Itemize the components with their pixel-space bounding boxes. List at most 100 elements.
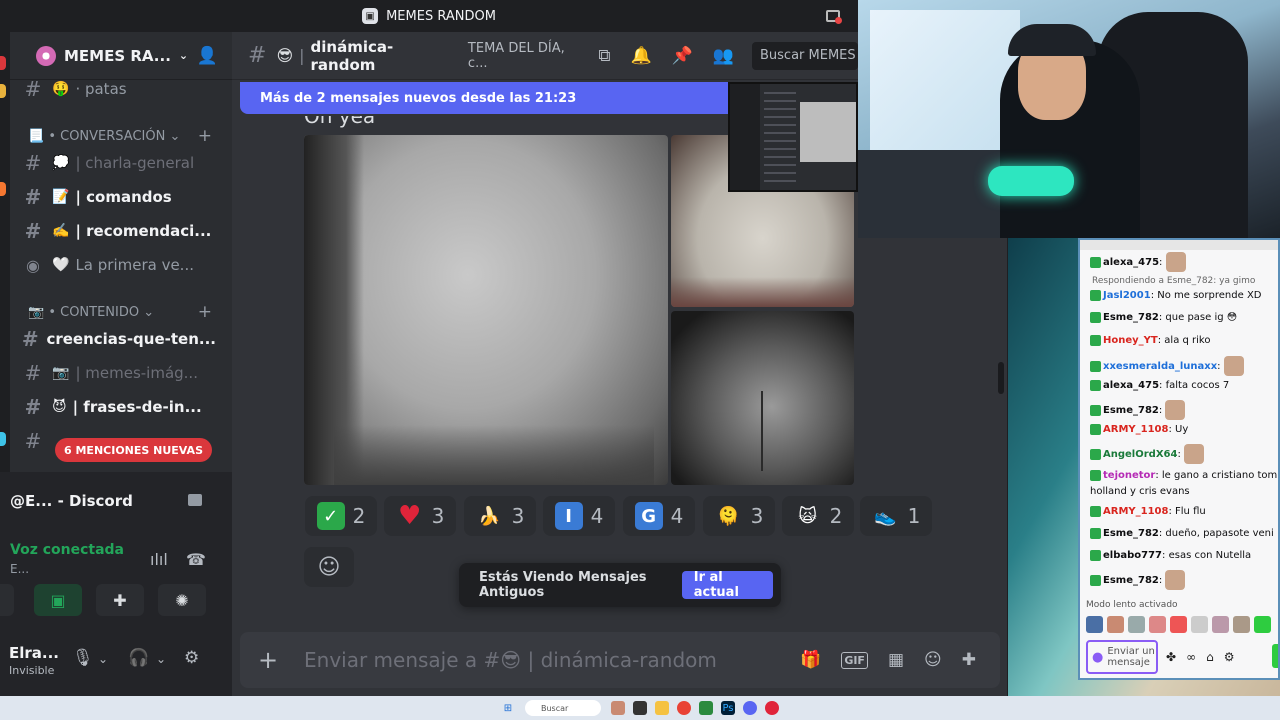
reaction-cat[interactable]: 🙀 2	[782, 496, 854, 536]
add-reaction-button[interactable]: ☺	[304, 547, 354, 587]
server-notif-dot[interactable]	[0, 182, 6, 196]
activities-button[interactable]: ✚	[96, 584, 144, 616]
disconnect-icon[interactable]: ☎	[186, 550, 206, 569]
screen-share-icon[interactable]	[188, 494, 202, 506]
emoji-icon[interactable]: ☺	[924, 650, 942, 670]
chat-username[interactable]: Esme_782	[1103, 528, 1159, 539]
gift-icon[interactable]: 🎁	[800, 650, 821, 670]
category-conversacion[interactable]: 📃 • CONVERSACIÓN ⌄ +	[28, 126, 212, 146]
camera-button[interactable]: ◢	[0, 584, 14, 616]
file-explorer-icon[interactable]	[655, 701, 669, 715]
reaction-heart[interactable]: ♥ 3	[384, 496, 456, 536]
reaction-face[interactable]: 🫠 3	[703, 496, 775, 536]
reaction-check[interactable]: ✓ 2	[305, 496, 377, 536]
soundboard-button[interactable]: ✺	[158, 584, 206, 616]
voice-activity-title[interactable]: @E... - Discord	[10, 492, 133, 510]
channel-item[interactable]: # ✍️ | recomendaci...	[20, 216, 216, 246]
microphone-icon[interactable]: 🎙	[72, 648, 94, 668]
taskbar-search[interactable]: Buscar	[525, 700, 601, 716]
chat-username[interactable]: tejonetor	[1103, 470, 1155, 481]
chat-username[interactable]: ARMY_1108	[1103, 424, 1168, 435]
channel-item[interactable]: # 💭 | charla-general	[20, 148, 216, 178]
chevron-down-icon[interactable]: ⌄	[98, 652, 108, 666]
bell-icon[interactable]: 🔔	[630, 46, 651, 66]
attachment-image[interactable]	[671, 311, 854, 485]
threads-icon[interactable]: ⧉	[598, 46, 610, 66]
gif-icon[interactable]: GIF	[841, 651, 868, 669]
bits-icon[interactable]: ✤	[1166, 650, 1176, 664]
inbox-icon[interactable]	[826, 10, 842, 24]
channel-item[interactable]: # creencias-que-ten...	[20, 324, 216, 354]
chat-username[interactable]: Esme_782	[1103, 405, 1159, 416]
emote-icon[interactable]	[1107, 616, 1124, 633]
sticker-icon[interactable]: ▦	[888, 650, 904, 670]
soundwave-icon[interactable]: ılıl	[150, 550, 168, 569]
emote-icon[interactable]	[1128, 616, 1145, 633]
chat-username[interactable]: alexa_475	[1103, 380, 1159, 391]
chat-username[interactable]: Esme_782	[1103, 575, 1159, 586]
apps-icon[interactable]: ✚	[962, 650, 976, 670]
chat-username[interactable]: alexa_475	[1103, 257, 1159, 268]
message-composer[interactable]: + Enviar mensaje a #😎 | dinámica-random …	[240, 632, 1000, 688]
channel-item[interactable]: # 📷 | memes-imág...	[20, 358, 216, 388]
gear-icon[interactable]: ⚙	[184, 648, 199, 668]
emote-icon[interactable]	[1086, 616, 1103, 633]
chat-username[interactable]: AngelOrdX64	[1103, 449, 1177, 460]
gear-icon[interactable]: ⚙	[1224, 650, 1235, 664]
chat-input[interactable]: ● Enviar un mensaje	[1086, 640, 1158, 674]
pin-icon[interactable]: 📌	[672, 46, 693, 66]
plus-icon[interactable]: +	[240, 646, 296, 674]
discord-icon[interactable]	[743, 701, 757, 715]
channel-item[interactable]: # 😈 | frases-de-in...	[20, 392, 216, 422]
screen-share-button[interactable]: ▣	[34, 584, 82, 616]
chevron-down-icon[interactable]: ⌄	[156, 652, 166, 666]
channel-topic[interactable]: TEMA DEL DÍA, c...	[468, 41, 588, 71]
category-contenido[interactable]: 📷 • CONTENIDO ⌄ +	[28, 302, 212, 322]
emote-icon[interactable]	[1170, 616, 1187, 633]
chat-username[interactable]: Jasl2001	[1103, 290, 1151, 301]
server-notif-dot[interactable]	[0, 56, 6, 70]
widget-icon[interactable]	[611, 701, 625, 715]
send-button[interactable]	[1272, 644, 1278, 668]
reaction-banana[interactable]: 🍌 3	[464, 496, 536, 536]
emote-icon[interactable]	[1149, 616, 1166, 633]
emote-icon[interactable]	[1254, 616, 1271, 633]
search-input[interactable]: Buscar MEMES R	[752, 41, 858, 70]
channel-item[interactable]: ◉ 🤍 La primera ve...	[20, 250, 216, 280]
emote-icon[interactable]	[1212, 616, 1229, 633]
emote-icon[interactable]	[1191, 616, 1208, 633]
members-icon[interactable]: 👥	[713, 46, 734, 66]
photoshop-icon[interactable]: Ps	[721, 701, 735, 715]
reaction-shoe[interactable]: 👟 1	[860, 496, 932, 536]
chat-username[interactable]: ARMY_1108	[1103, 506, 1168, 517]
taskview-icon[interactable]	[633, 701, 647, 715]
add-user-icon[interactable]: 👤	[197, 46, 218, 66]
infinity-icon[interactable]: ∞	[1186, 650, 1196, 664]
jump-to-present-button[interactable]: Ir al actual	[681, 570, 773, 600]
chrome-icon[interactable]	[677, 701, 691, 715]
chat-username[interactable]: xxesmeralda_lunaxx	[1103, 361, 1217, 372]
emote-icon[interactable]	[1233, 616, 1250, 633]
new-mentions-badge[interactable]: 6 MENCIONES NUEVAS	[55, 438, 212, 462]
add-channel-icon[interactable]: +	[198, 126, 212, 146]
chat-username[interactable]: Esme_782	[1103, 312, 1159, 323]
server-notif-dot[interactable]	[0, 432, 6, 446]
server-header[interactable]: MEMES RA... ⌄ 👤	[10, 32, 232, 80]
voice-connected-status[interactable]: Voz conectada	[10, 542, 124, 558]
server-notif-dot[interactable]	[0, 84, 6, 98]
store-icon[interactable]: ⌂	[1206, 650, 1214, 664]
headphones-icon[interactable]: 🎧	[128, 648, 149, 668]
reaction-letter-i[interactable]: I4	[543, 496, 615, 536]
app-icon[interactable]	[699, 701, 713, 715]
reaction-letter-g[interactable]: G4	[623, 496, 695, 536]
attachment-image[interactable]	[304, 135, 668, 485]
chat-username[interactable]: elbabo777	[1103, 550, 1162, 561]
obs-icon[interactable]	[765, 701, 779, 715]
windows-start-icon[interactable]: ⊞	[501, 701, 515, 715]
channel-item[interactable]: # 📝 | comandos	[20, 182, 216, 212]
scrollbar-thumb[interactable]	[998, 362, 1004, 394]
channel-item[interactable]: # 🤑 · patas	[20, 74, 216, 104]
microphone-icon[interactable]: ●	[1092, 651, 1103, 664]
chat-username[interactable]: Honey_YT	[1103, 335, 1158, 346]
add-channel-icon[interactable]: +	[198, 302, 212, 322]
